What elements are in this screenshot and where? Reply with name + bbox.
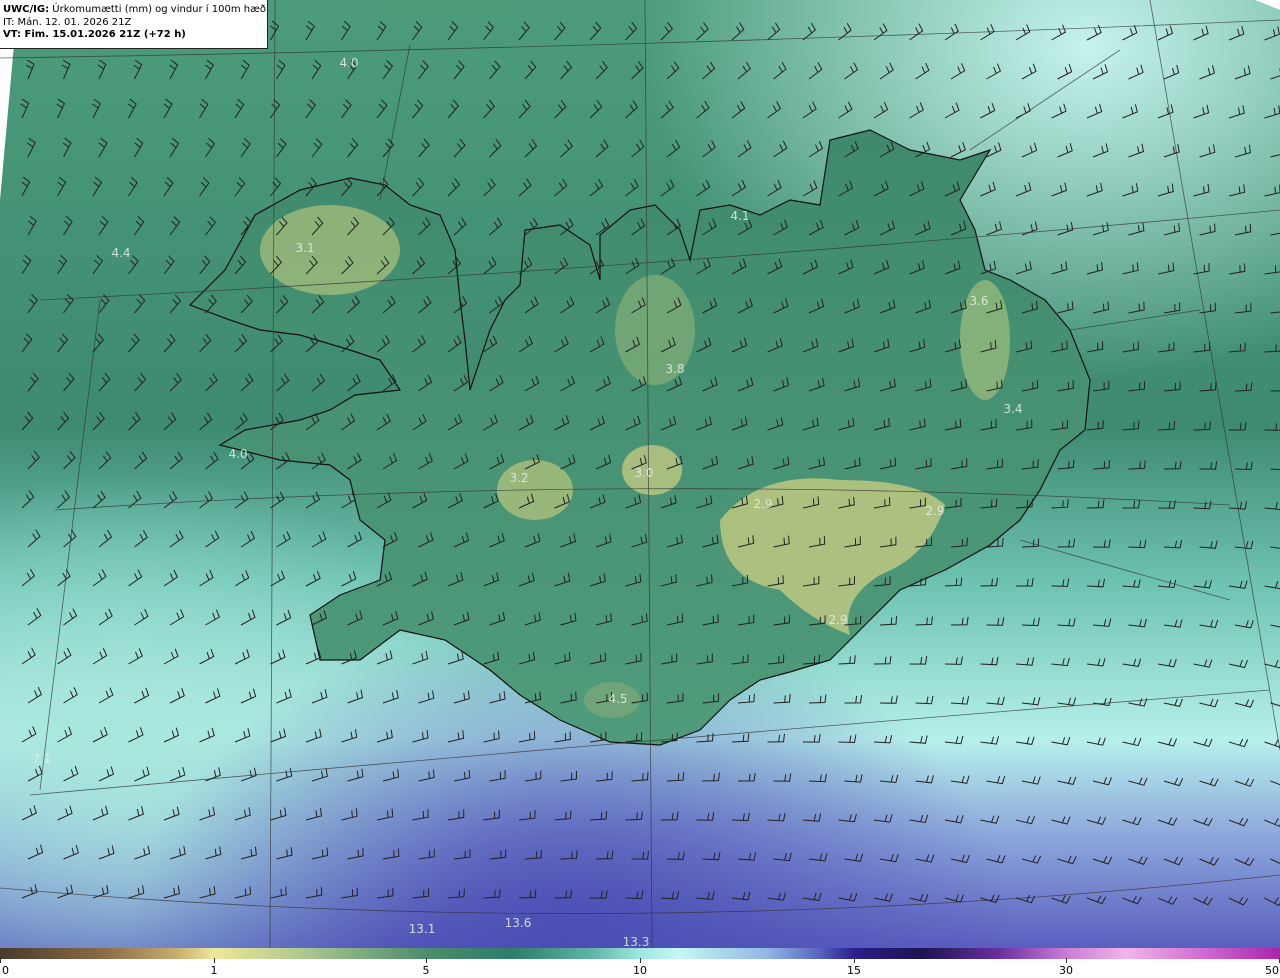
precip-value-label: 7.1 <box>32 752 51 766</box>
precip-value-label: 13.1 <box>409 922 436 936</box>
precip-value-label: 2.9 <box>828 613 847 627</box>
colorbar-label: 0 <box>2 964 9 977</box>
colorbar-tick <box>1066 958 1067 963</box>
precip-value-label: 13.6 <box>505 916 532 930</box>
colorbar-label: 5 <box>422 964 430 977</box>
colorbar-tick <box>426 958 427 963</box>
map-title-box: UWC/IG: Úrkomumætti (mm) og vindur í 100… <box>0 0 268 49</box>
forecast-map-view: 4.0 4.4 3.1 4.1 3.6 3.8 3.4 4.0 3.2 3.0 2.9 2.9 2.9 4… <box>0 0 1280 978</box>
westfjords-highland <box>260 205 400 295</box>
precip-value-label: 4.0 <box>339 56 358 70</box>
model-label: UWC/IG: <box>3 4 50 15</box>
precip-value-label: 3.1 <box>295 241 314 255</box>
colorbar: 0 1 5 10 15 30 50 <box>0 948 1280 978</box>
colorbar-tick <box>0 958 1 963</box>
precip-value-label: 13.3 <box>623 935 650 948</box>
forecast-map: 4.0 4.4 3.1 4.1 3.6 3.8 3.4 4.0 3.2 3.0 2.9 2.9 2.9 4… <box>0 0 1280 948</box>
precip-value-label: 4.4 <box>111 246 130 260</box>
precip-value-label: 2.9 <box>925 504 944 518</box>
colorbar-label: 30 <box>1059 964 1073 977</box>
precip-value-label: 4.5 <box>608 692 627 706</box>
precip-value-label: 3.8 <box>665 362 684 376</box>
precip-value-label: 3.4 <box>1003 402 1022 416</box>
colorbar-label: 15 <box>847 964 861 977</box>
precip-value-label: 3.2 <box>509 471 528 485</box>
colorbar-tick <box>214 958 215 963</box>
precip-value-label: 4.1 <box>730 209 749 223</box>
colorbar-label: 10 <box>633 964 647 977</box>
colorbar-tick <box>640 958 641 963</box>
precip-value-label: 3.6 <box>969 294 988 308</box>
precip-value-label: 3.0 <box>634 466 653 480</box>
colorbar-label: 50 <box>1265 964 1279 977</box>
precip-value-label: 2.9 <box>753 497 772 511</box>
precip-value-label: 4.0 <box>228 447 247 461</box>
init-time: IT: Mán. 12. 01. 2026 21Z <box>3 16 132 28</box>
valid-time: VT: Fim. 15.01.2026 21Z (+72 h) <box>3 29 186 40</box>
variable-label: Úrkomumætti (mm) og vindur í 100m hæð <box>52 4 267 15</box>
colorbar-tick <box>854 958 855 963</box>
colorbar-label: 1 <box>210 964 218 977</box>
